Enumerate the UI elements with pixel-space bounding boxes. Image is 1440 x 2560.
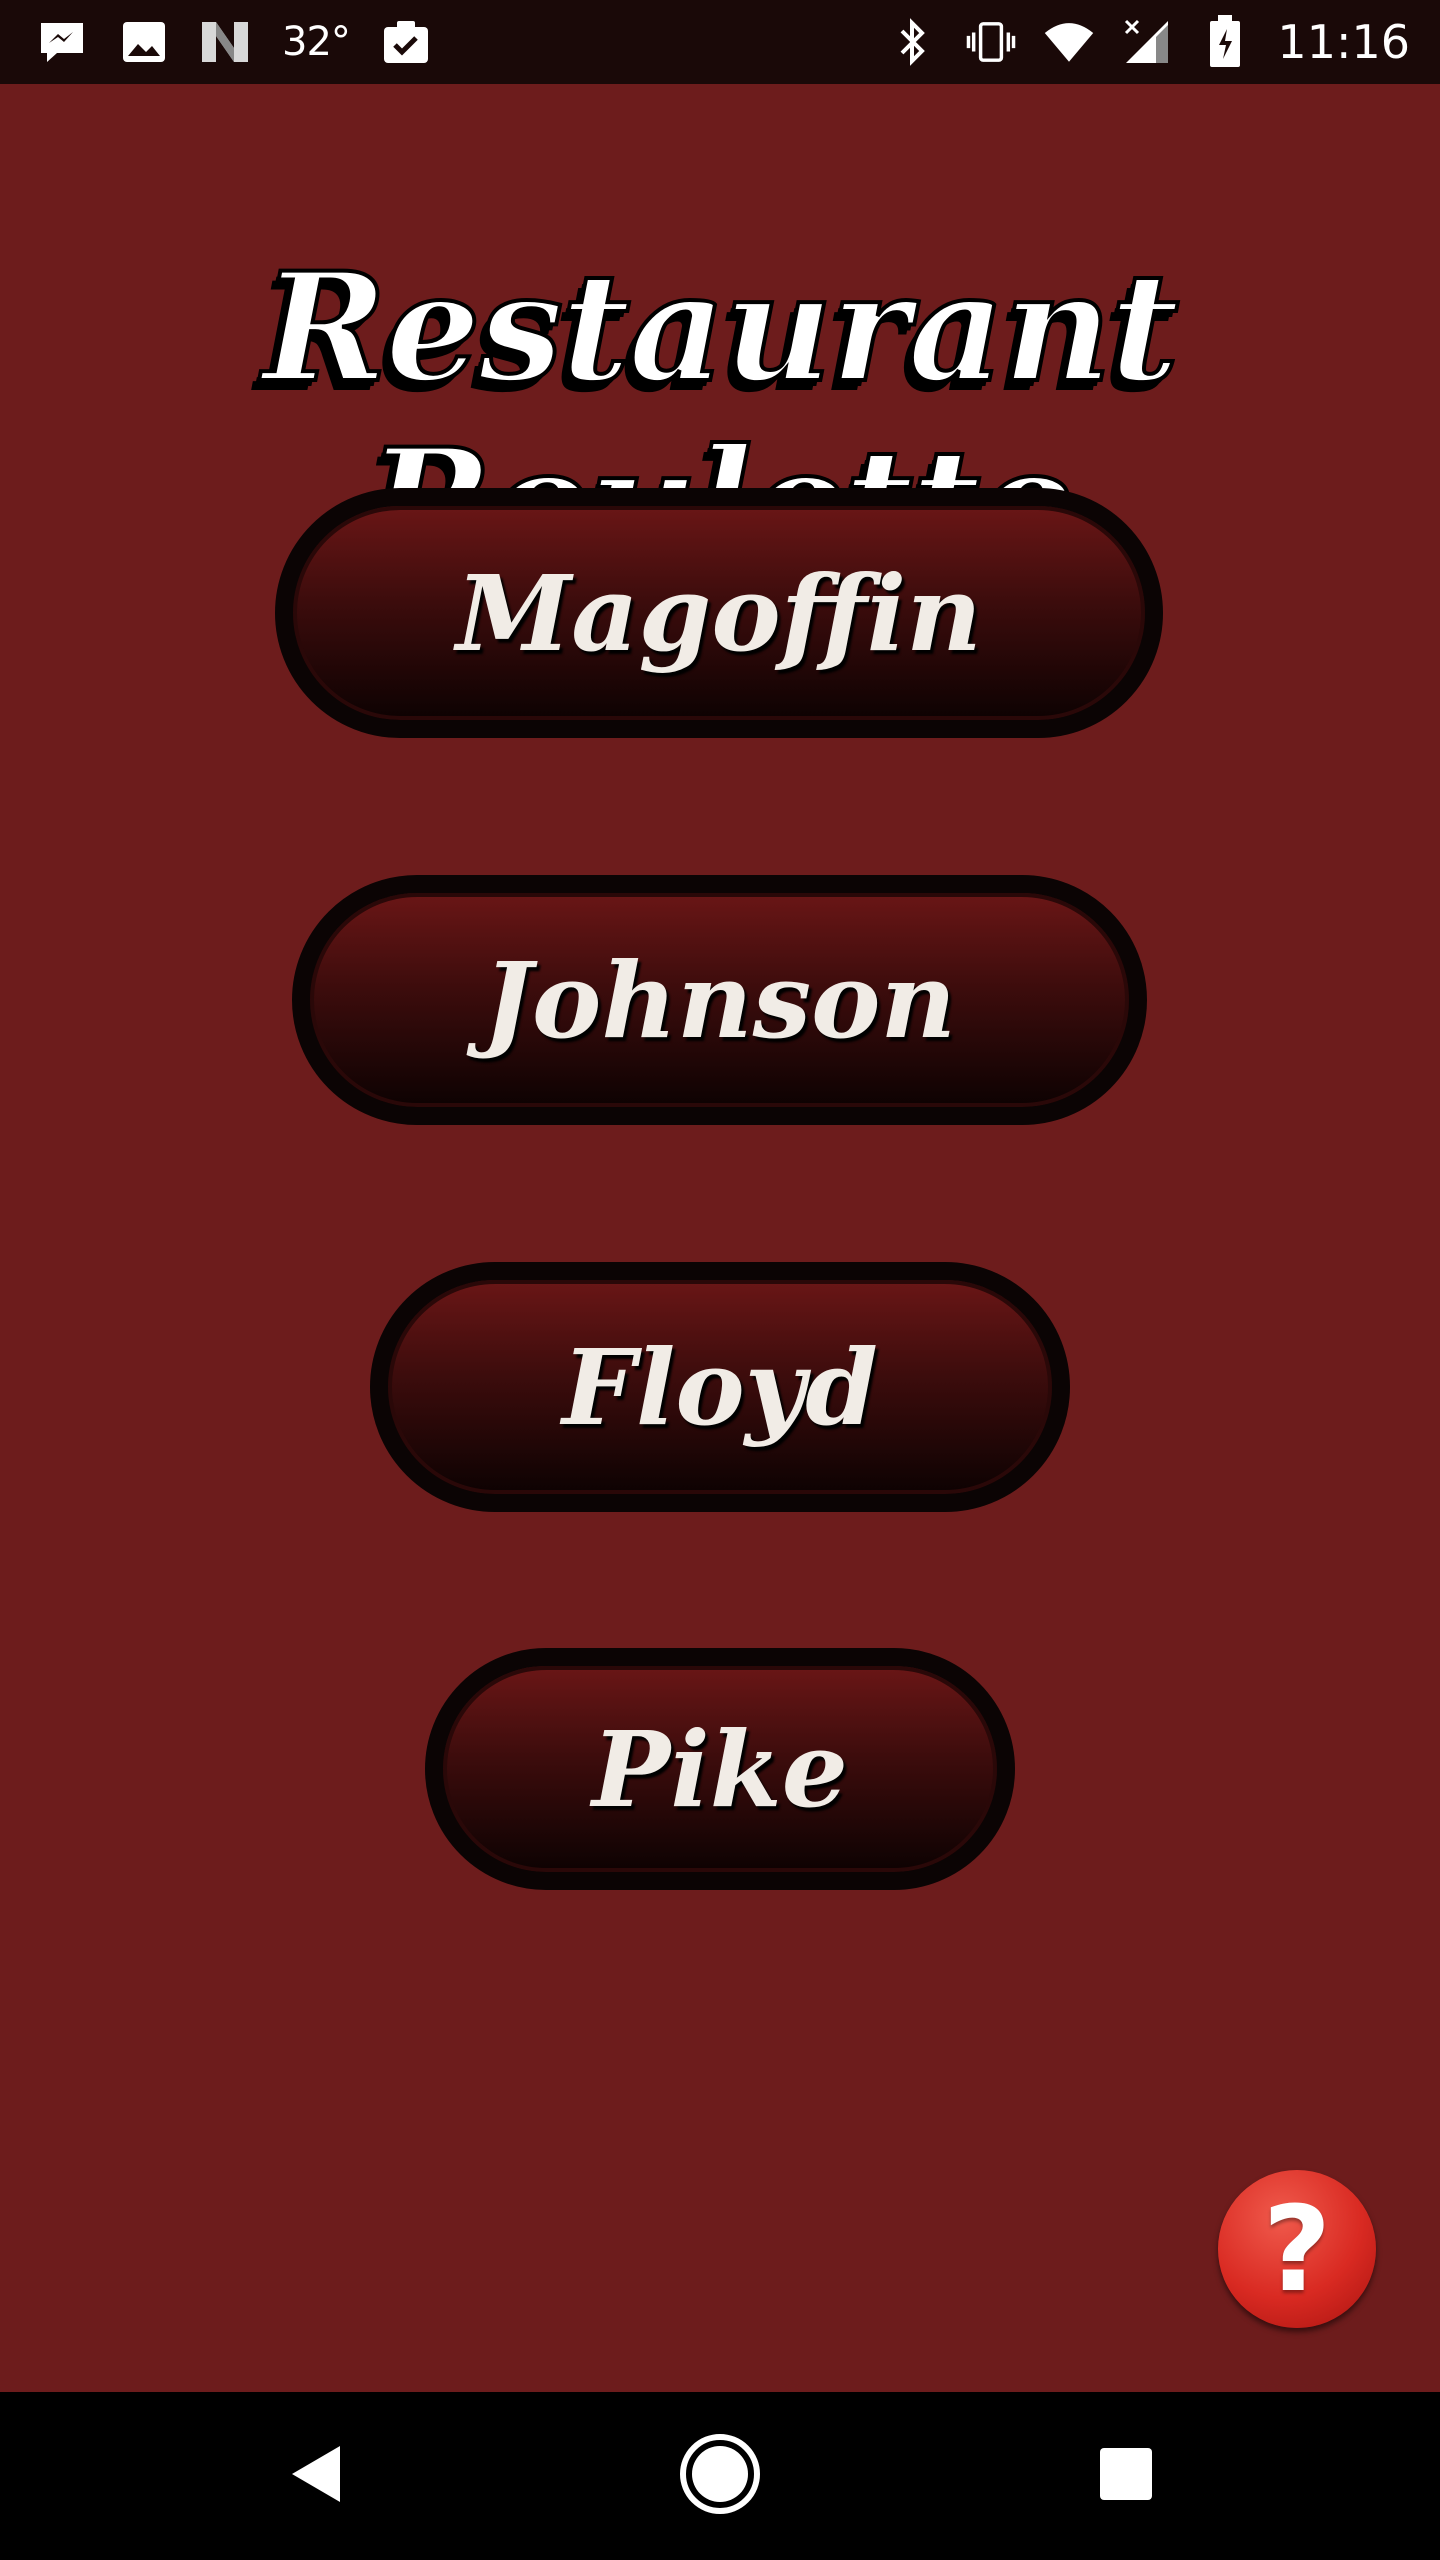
back-button[interactable] [236, 2392, 396, 2560]
status-bar: 32° 11:16 [0, 0, 1440, 84]
vibrate-icon [965, 16, 1017, 68]
johnson-button[interactable]: Johnson [292, 875, 1147, 1125]
temperature: 32° [282, 19, 351, 65]
floyd-label: Floyd [562, 1325, 878, 1449]
image-icon [118, 16, 170, 68]
floyd-button[interactable]: Floyd [370, 1262, 1070, 1512]
recents-icon [1098, 2446, 1154, 2507]
battery-charging-icon [1199, 15, 1251, 68]
messenger-icon [36, 16, 88, 68]
help-button[interactable]: ? [1218, 2170, 1376, 2328]
magoffin-button[interactable]: Magoffin [275, 488, 1163, 738]
recents-button[interactable] [1046, 2392, 1206, 2560]
question-mark-icon: ? [1262, 2180, 1332, 2318]
clipboard-check-icon [380, 16, 432, 68]
johnson-label: Johnson [482, 938, 957, 1062]
home-icon [678, 2432, 762, 2521]
navigation-bar [0, 2392, 1440, 2560]
pike-button[interactable]: Pike [425, 1648, 1015, 1890]
news-icon [200, 16, 252, 68]
back-icon [288, 2442, 344, 2511]
bluetooth-icon [887, 16, 939, 68]
pike-label: Pike [592, 1707, 848, 1831]
cell-signal-icon [1121, 16, 1173, 68]
wifi-icon [1043, 16, 1095, 68]
home-button[interactable] [640, 2392, 800, 2560]
magoffin-label: Magoffin [456, 551, 982, 675]
clock: 11:16 [1277, 15, 1410, 69]
